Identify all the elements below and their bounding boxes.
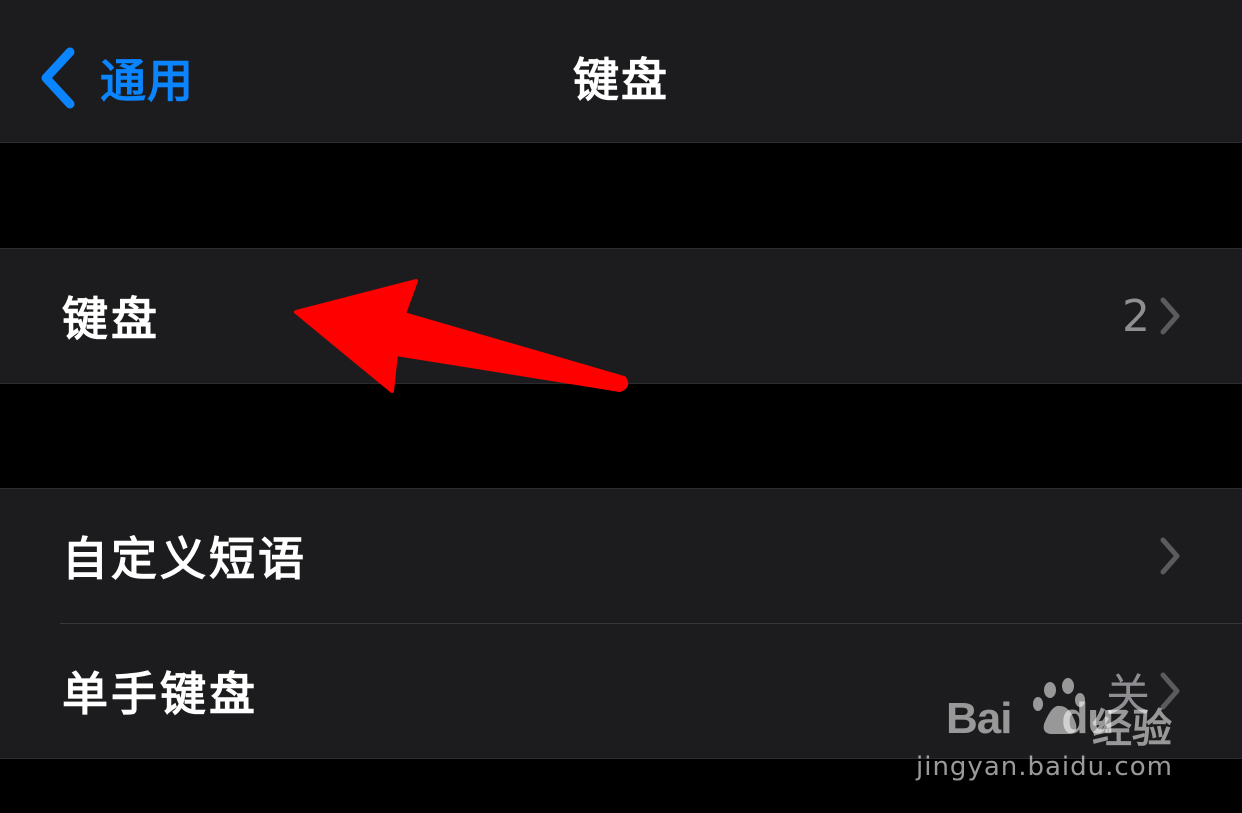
text-replacement-row-label: 自定义短语 bbox=[62, 532, 307, 586]
keyboards-row[interactable]: 键盘 2 bbox=[0, 249, 1242, 383]
navigation-bar: 通用 键盘 bbox=[0, 0, 1242, 143]
keyboards-group: 键盘 2 bbox=[0, 248, 1242, 384]
settings-screen: 通用 键盘 键盘 2 自定义短语 单手键盘 关 Bai du 经验 jingya… bbox=[0, 0, 1242, 813]
chevron-right-icon bbox=[1160, 537, 1180, 575]
options-group: 自定义短语 单手键盘 关 bbox=[0, 488, 1242, 759]
one-handed-keyboard-value: 关 bbox=[1106, 670, 1150, 721]
one-handed-keyboard-row[interactable]: 单手键盘 关 bbox=[0, 624, 1242, 758]
one-handed-keyboard-row-label: 单手键盘 bbox=[62, 667, 258, 721]
chevron-right-icon bbox=[1160, 297, 1180, 335]
text-replacement-row[interactable]: 自定义短语 bbox=[0, 489, 1242, 623]
keyboards-count-value: 2 bbox=[1122, 290, 1150, 342]
keyboards-row-label: 键盘 bbox=[62, 292, 160, 346]
page-title: 键盘 bbox=[573, 53, 669, 107]
chevron-right-icon bbox=[1160, 672, 1180, 710]
